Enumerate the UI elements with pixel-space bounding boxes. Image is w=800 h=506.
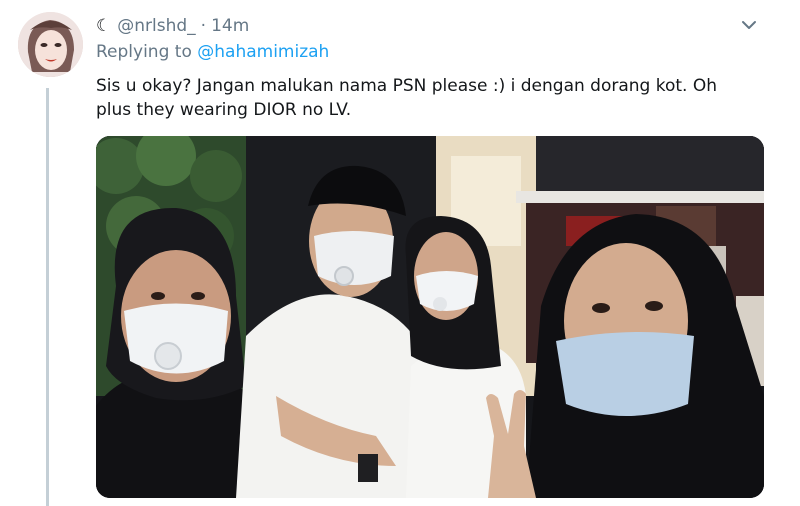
photo-image: [96, 136, 764, 498]
tweet-media-photo[interactable]: [96, 136, 764, 498]
replying-to: Replying to @hahamimizah: [96, 42, 329, 62]
author-handle[interactable]: @nrlshd_: [117, 16, 195, 36]
chevron-down-icon[interactable]: [738, 14, 760, 36]
replying-mention-link[interactable]: @hahamimizah: [197, 42, 329, 62]
tweet[interactable]: ☾ @nrlshd_ · 14m Replying to @hahamimiza…: [0, 0, 800, 506]
avatar[interactable]: [18, 12, 83, 77]
separator-dot: ·: [200, 16, 207, 36]
replying-prefix: Replying to: [96, 42, 192, 62]
crescent-moon-icon: ☾: [96, 15, 112, 36]
tweet-timestamp[interactable]: 14m: [211, 16, 249, 36]
avatar-image: [18, 12, 83, 77]
thread-line: [46, 88, 49, 506]
tweet-header: ☾ @nrlshd_ · 14m: [96, 14, 249, 38]
tweet-text: Sis u okay? Jangan malukan nama PSN plea…: [96, 76, 717, 120]
